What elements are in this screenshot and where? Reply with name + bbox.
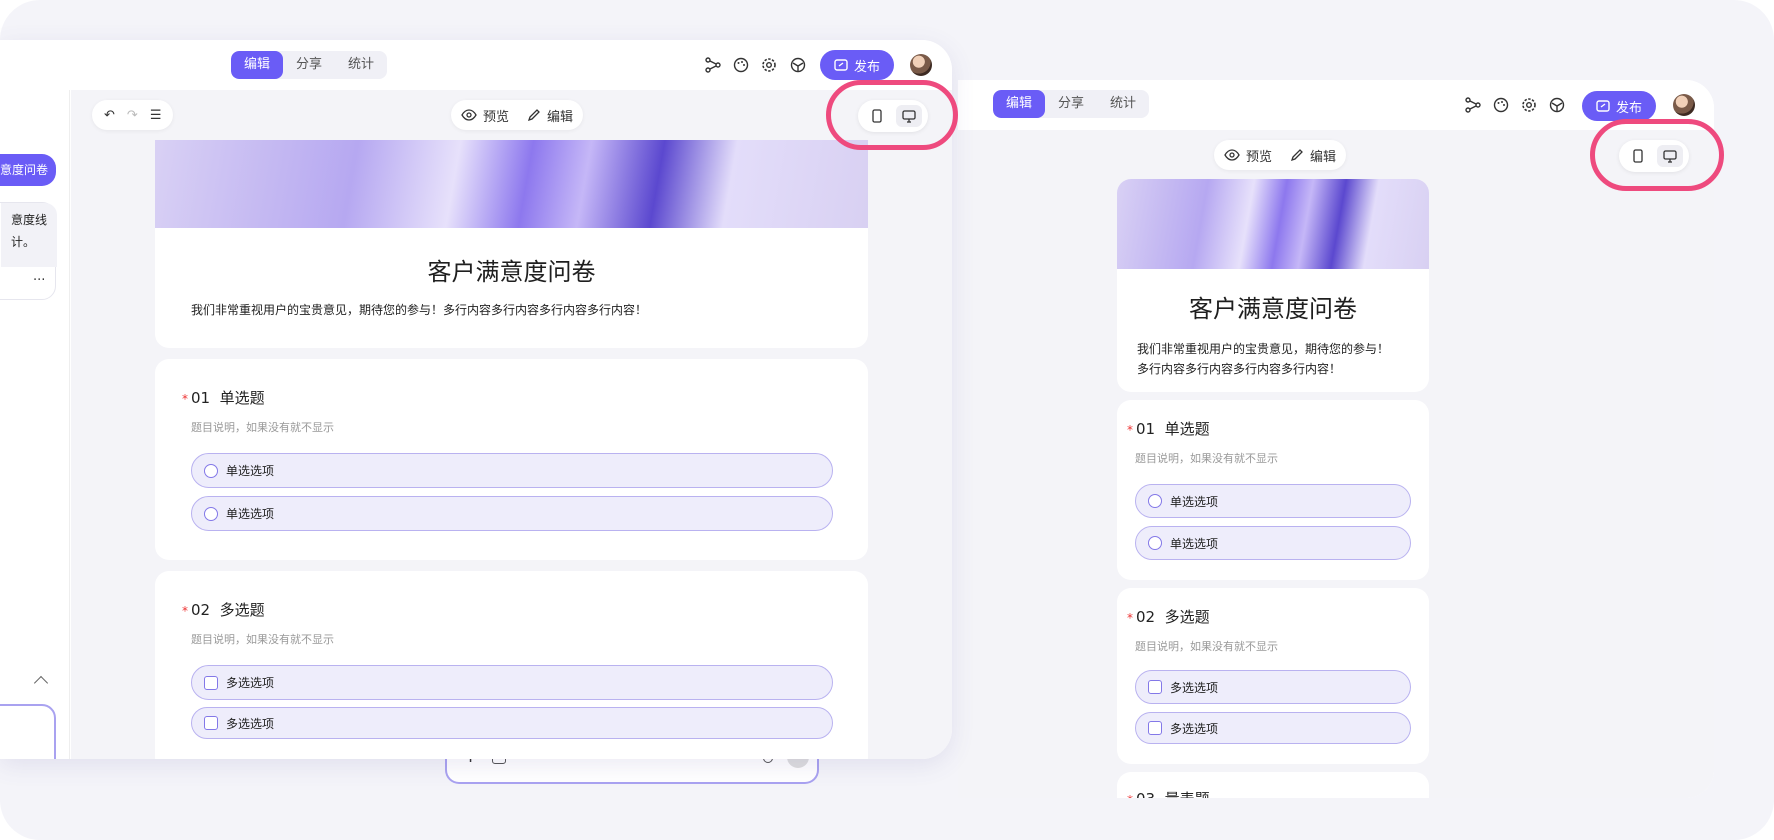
radio-option[interactable]: 单选选项 [191, 453, 833, 488]
tab-share[interactable]: 分享 [283, 51, 335, 79]
share-nodes-icon[interactable] [704, 56, 722, 74]
eye-icon [461, 109, 477, 121]
question-card: * 02 多选题 题目说明，如果没有就不显示 多选选项 多选选项 [155, 571, 868, 759]
history-toolbar: ↶ ↷ ☰ [92, 100, 174, 130]
chat-input[interactable] [0, 704, 56, 759]
survey-title[interactable]: 客户满意度问卷 [1117, 289, 1429, 324]
edit-mode-button[interactable]: 编辑 [1290, 146, 1336, 165]
publish-icon [1596, 100, 1610, 112]
publish-label: 发布 [854, 59, 881, 75]
question-hint: 题目说明，如果没有就不显示 [191, 633, 334, 646]
cube-icon[interactable] [789, 56, 807, 74]
desktop-editor-window: 意度问卷 意度线 计。 ... 编辑 分享 统计 发布 ↶ ↷ ☰ 预览 编辑 … [0, 40, 952, 759]
avatar[interactable] [1673, 94, 1695, 116]
survey-header-card: 客户满意度问卷 我们非常重视用户的宝贵意见，期待您的参与！多行内容多行内容多行内… [155, 140, 868, 348]
checkbox-option[interactable]: 多选选项 [191, 665, 833, 700]
checkbox-icon [204, 716, 218, 730]
highlight-ring [1590, 119, 1724, 191]
survey-description[interactable]: 我们非常重视用户的宝贵意见，期待您的参与！多行内容多行内容多行内容多行内容！ [191, 300, 647, 320]
radio-icon [1148, 494, 1162, 508]
survey-banner [1117, 179, 1429, 269]
mode-toggle: 预览 编辑 [1214, 140, 1347, 170]
preview-mode-button[interactable]: 预览 [1224, 146, 1272, 165]
tab-share[interactable]: 分享 [1045, 90, 1097, 118]
chat-chip[interactable]: 意度问卷 [0, 154, 56, 186]
question-title[interactable]: * 02 多选题 [1127, 606, 1210, 627]
cube-icon[interactable] [1548, 96, 1566, 114]
tab-stats[interactable]: 统计 [1097, 90, 1149, 118]
checkbox-option[interactable]: 多选选项 [1135, 712, 1411, 744]
view-tabs: 编辑 分享 统计 [993, 90, 1150, 118]
question-card: * 01 单选题 题目说明，如果没有就不显示 单选选项 单选选项 [1117, 400, 1429, 580]
more-icon[interactable]: ... [33, 269, 45, 284]
tab-edit[interactable]: 编辑 [231, 51, 284, 79]
gear-icon[interactable] [1520, 96, 1538, 114]
preview-canvas: 预览 编辑 客户满意度问卷 我们非常重视用户的宝贵意见，期待您的参与！ 多行内容… [958, 130, 1714, 798]
edit-mode-button[interactable]: 编辑 [527, 106, 573, 125]
radio-option[interactable]: 单选选项 [1135, 526, 1411, 560]
publish-label: 发布 [1616, 100, 1643, 116]
palette-icon[interactable] [732, 56, 750, 74]
outline-list-icon[interactable]: ☰ [150, 108, 162, 123]
editor-canvas: ↶ ↷ ☰ 预览 编辑 客户满意度问卷 我们非常重视用户的宝贵意见，期待您的参与… [71, 90, 952, 759]
question-card: *03 量表题 [1117, 772, 1429, 798]
checkbox-icon [1148, 680, 1162, 694]
top-bar: 编辑 分享 统计 发布 [0, 40, 952, 90]
publish-button[interactable]: 发布 [1582, 91, 1657, 121]
publish-button[interactable]: 发布 [820, 50, 895, 80]
radio-icon [1148, 536, 1162, 550]
gear-icon[interactable] [760, 56, 778, 74]
view-tabs: 编辑 分享 统计 [231, 51, 388, 79]
question-title[interactable]: * 01 单选题 [1127, 418, 1210, 439]
pencil-icon [1290, 149, 1303, 162]
chat-sidebar: 意度问卷 意度线 计。 ... [0, 90, 70, 759]
radio-icon [204, 463, 218, 478]
avatar[interactable] [910, 54, 932, 76]
palette-icon[interactable] [1492, 96, 1510, 114]
radio-option[interactable]: 单选选项 [191, 496, 833, 531]
question-hint: 题目说明，如果没有就不显示 [1135, 640, 1278, 653]
survey-header-card: 客户满意度问卷 我们非常重视用户的宝贵意见，期待您的参与！ 多行内容多行内容多行… [1117, 179, 1429, 392]
question-card: * 01 单选题 题目说明，如果没有就不显示 单选选项 单选选项 [155, 359, 868, 560]
radio-icon [204, 506, 218, 521]
redo-icon[interactable]: ↷ [127, 108, 138, 123]
chat-message: 意度线 计。 ... [0, 202, 57, 300]
checkbox-icon [1148, 721, 1162, 735]
survey-banner [155, 140, 868, 228]
checkbox-icon [204, 675, 218, 690]
question-title[interactable]: *03 量表题 [1127, 788, 1210, 798]
mode-toggle: 预览 编辑 [451, 100, 584, 130]
highlight-ring [826, 80, 958, 150]
chevron-up-icon[interactable] [33, 675, 49, 691]
undo-icon[interactable]: ↶ [104, 108, 115, 123]
share-nodes-icon[interactable] [1464, 96, 1482, 114]
pencil-icon [527, 109, 540, 122]
radio-option[interactable]: 单选选项 [1135, 484, 1411, 518]
checkbox-option[interactable]: 多选选项 [1135, 670, 1411, 704]
question-title[interactable]: * 01 单选题 [182, 387, 265, 408]
question-card: * 02 多选题 题目说明，如果没有就不显示 多选选项 多选选项 [1117, 588, 1429, 764]
survey-title[interactable]: 客户满意度问卷 [155, 252, 868, 287]
top-bar: 编辑 分享 统计 发布 [958, 80, 1714, 130]
tab-edit[interactable]: 编辑 [993, 90, 1046, 118]
preview-mode-button[interactable]: 预览 [461, 106, 509, 125]
publish-icon [834, 59, 848, 71]
question-hint: 题目说明，如果没有就不显示 [1135, 452, 1278, 465]
tab-stats[interactable]: 统计 [335, 51, 387, 79]
mobile-preview-window: 编辑 分享 统计 发布 预览 编辑 客户满意度问卷 我们非常重视用户的宝贵意见，… [958, 80, 1714, 798]
checkbox-option[interactable]: 多选选项 [191, 707, 833, 739]
eye-icon [1224, 149, 1240, 161]
question-title[interactable]: * 02 多选题 [182, 599, 265, 620]
survey-description[interactable]: 我们非常重视用户的宝贵意见，期待您的参与！ 多行内容多行内容多行内容多行内容！ [1137, 339, 1417, 379]
question-hint: 题目说明，如果没有就不显示 [191, 421, 334, 434]
